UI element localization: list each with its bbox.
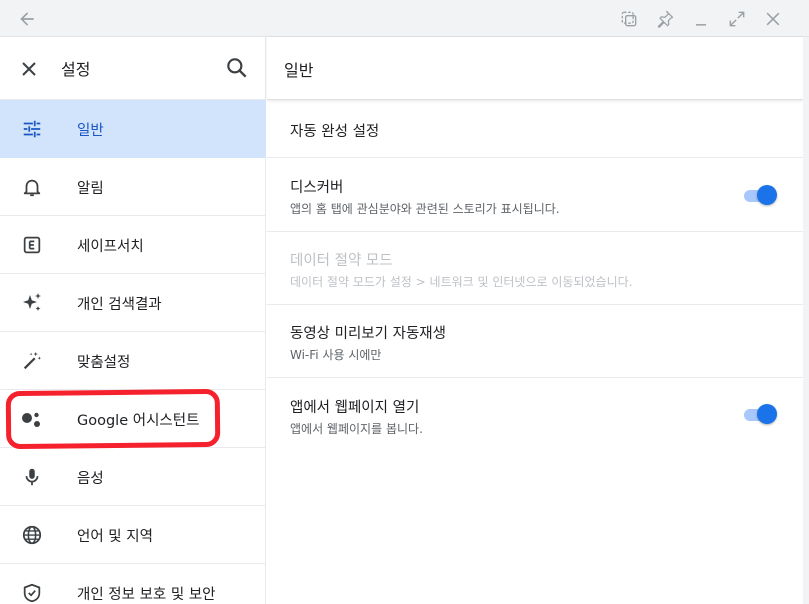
sidebar-item-label: 일반 (77, 123, 104, 139)
sidebar-item-label: 음성 (77, 471, 104, 487)
sidebar-item-label: 맞춤설정 (77, 355, 131, 371)
sidebar-item-voice[interactable]: 음성 (0, 448, 266, 506)
row-title: 앱에서 웹페이지 열기 (290, 400, 420, 416)
back-button[interactable] (14, 6, 40, 32)
tune-icon (20, 117, 44, 141)
settings-content: 일반 자동 완성 설정 디스커버 앱의 홈 탭에 관심분야와 관련된 스토리가 … (267, 37, 803, 604)
row-title: 동영상 미리보기 자동재생 (290, 326, 446, 342)
row-title: 데이터 절약 모드 (290, 253, 393, 269)
maximize-icon (729, 11, 745, 27)
row-subtitle: 앱에서 웹페이지를 봅니다. (290, 422, 423, 436)
sidebar-item-privacy-security[interactable]: 개인 정보 보호 및 보안 (0, 564, 266, 604)
row-subtitle: 데이터 절약 모드가 설정 > 네트워크 및 인터넷으로 이동되었습니다. (290, 275, 633, 289)
pin-icon (657, 10, 674, 28)
back-icon (20, 12, 34, 26)
content-header: 일반 (267, 37, 803, 100)
sidebar-list: 일반 알림 세이프서치 개인 검색결과 맞춤설정 Google 어시스턴트 음성… (0, 100, 266, 604)
close-icon (766, 12, 780, 26)
minimize-button[interactable] (688, 6, 714, 32)
magic-wand-icon (20, 349, 44, 373)
screenshot-button[interactable] (616, 6, 642, 32)
screenshot-icon (621, 11, 637, 27)
sidebar-item-customization[interactable]: 맞춤설정 (0, 332, 266, 390)
settings-sidebar: 설정 일반 알림 세이프서치 개인 검색결과 맞춤설정 Google 어시스턴트… (0, 37, 266, 604)
shield-icon (20, 581, 44, 604)
open-webpages-toggle[interactable] (744, 403, 778, 425)
settings-row-video-autoplay[interactable]: 동영상 미리보기 자동재생 Wi-Fi 사용 시에만 (267, 305, 803, 378)
settings-row-discover[interactable]: 디스커버 앱의 홈 탭에 관심분야와 관련된 스토리가 표시됩니다. (267, 158, 803, 232)
mic-icon (20, 465, 44, 489)
sidebar-item-label: 개인 검색결과 (77, 297, 162, 313)
sidebar-item-general[interactable]: 일반 (0, 100, 266, 158)
window-titlebar (0, 0, 809, 37)
sidebar-item-label: 세이프서치 (77, 239, 144, 255)
sidebar-header: 설정 (0, 37, 266, 100)
sidebar-item-label: 알림 (77, 181, 104, 197)
scrollbar-gutter (803, 37, 809, 604)
highlight-annotation (5, 388, 221, 450)
safesearch-icon (20, 233, 44, 257)
close-settings-button[interactable] (17, 57, 41, 81)
search-button[interactable] (224, 55, 250, 81)
window-close-button[interactable] (760, 6, 786, 32)
sidebar-item-language-region[interactable]: 언어 및 지역 (0, 506, 266, 564)
row-title: 디스커버 (290, 180, 344, 196)
row-subtitle: 앱의 홈 탭에 관심분야와 관련된 스토리가 표시됩니다. (290, 202, 560, 216)
sidebar-title: 설정 (61, 60, 91, 79)
sidebar-item-label: 언어 및 지역 (77, 529, 153, 545)
close-icon (22, 62, 36, 76)
sidebar-item-safesearch[interactable]: 세이프서치 (0, 216, 266, 274)
maximize-button[interactable] (724, 6, 750, 32)
settings-row-autocomplete[interactable]: 자동 완성 설정 (267, 100, 803, 158)
toggle-knob (757, 185, 777, 205)
pin-button[interactable] (652, 6, 678, 32)
globe-icon (20, 523, 44, 547)
toggle-knob (757, 404, 777, 424)
row-title: 자동 완성 설정 (290, 124, 380, 140)
sparkle-icon (20, 291, 44, 315)
bell-icon (20, 175, 44, 199)
sidebar-item-notifications[interactable]: 알림 (0, 158, 266, 216)
search-icon (227, 58, 247, 78)
minimize-icon (696, 24, 706, 26)
sidebar-item-personal-results[interactable]: 개인 검색결과 (0, 274, 266, 332)
row-subtitle: Wi-Fi 사용 시에만 (290, 348, 382, 362)
discover-toggle[interactable] (744, 184, 778, 206)
page-title: 일반 (284, 61, 314, 80)
settings-row-data-saver: 데이터 절약 모드 데이터 절약 모드가 설정 > 네트워크 및 인터넷으로 이… (267, 232, 803, 305)
settings-row-open-webpages[interactable]: 앱에서 웹페이지 열기 앱에서 웹페이지를 봅니다. (267, 378, 803, 450)
sidebar-item-label: 개인 정보 보호 및 보안 (77, 587, 216, 603)
